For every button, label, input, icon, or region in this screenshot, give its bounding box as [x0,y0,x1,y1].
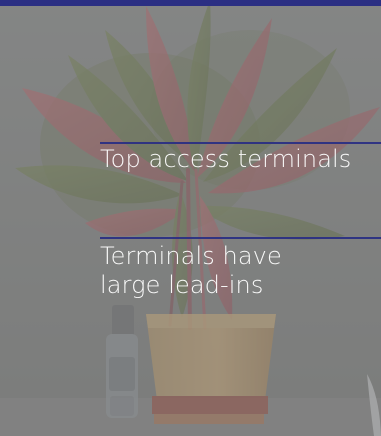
callout-large-lead-ins: Terminals have large lead-ins [100,237,381,317]
top-accent-bar [0,0,381,6]
callout-label: Top access terminals [100,145,352,173]
callout-top-access-terminals: Top access terminals [100,142,381,182]
photo-overlay [0,0,381,436]
callout-label: Terminals have large lead-ins [100,242,282,299]
callout-divider-line [100,237,381,239]
product-photo-card: Top access terminals Terminals have larg… [0,0,381,436]
